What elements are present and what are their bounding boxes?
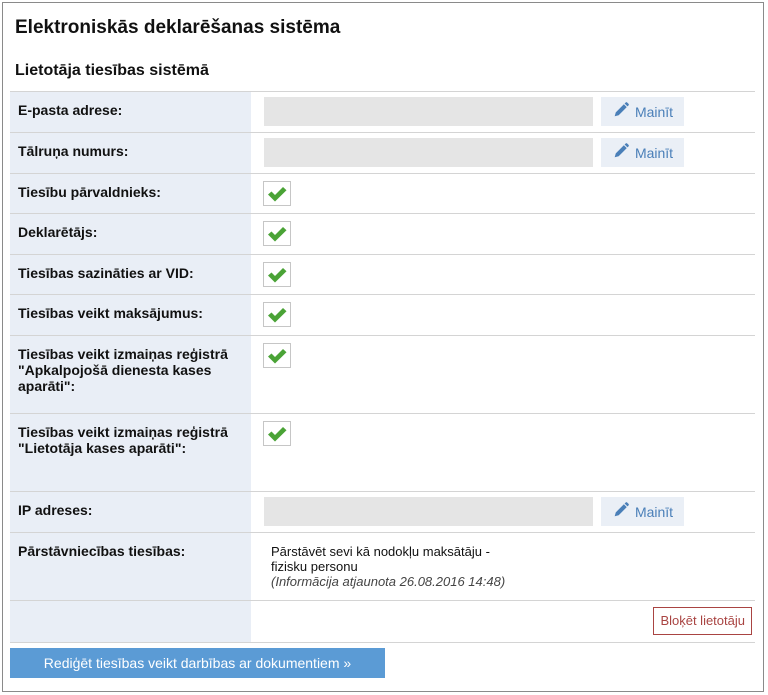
row-permission-manager: Tiesību pārvaldnieks: — [10, 174, 755, 214]
checkmark-icon — [268, 226, 287, 241]
permission-label: Deklarētājs: — [10, 214, 251, 254]
edit-phone-label: Mainīt — [634, 144, 674, 161]
ip-label: IP adreses: — [10, 492, 251, 532]
permission-label: Tiesības veikt izmaiņas reģistrā "Apkalp… — [10, 336, 251, 413]
pencil-icon — [612, 142, 630, 163]
app-title: Elektroniskās deklarēšanas sistēma — [15, 17, 341, 38]
checkmark-icon — [268, 267, 287, 282]
permission-checkbox[interactable] — [263, 181, 291, 206]
email-label: E-pasta adrese: — [10, 92, 251, 132]
email-field[interactable] — [264, 97, 593, 126]
permission-checkbox[interactable] — [263, 421, 291, 446]
checkmark-icon — [268, 186, 287, 201]
representation-text: Pārstāvēt sevi kā nodokļu maksātāju - fi… — [271, 544, 591, 589]
edit-ip-button[interactable]: Mainīt — [601, 497, 684, 526]
row-representation: Pārstāvniecības tiesības: Pārstāvēt sevi… — [10, 533, 755, 601]
representation-line-2: fizisku personu — [271, 559, 358, 574]
empty-label-cell — [10, 601, 251, 642]
ip-field[interactable] — [264, 497, 593, 526]
checkmark-icon — [268, 307, 287, 322]
row-ip: IP adreses: Mainīt — [10, 492, 755, 533]
representation-line-1: Pārstāvēt sevi kā nodokļu maksātāju - — [271, 544, 490, 559]
row-phone: Tālruņa numurs: Mainīt — [10, 133, 755, 174]
permission-label: Tiesības veikt izmaiņas reģistrā "Lietot… — [10, 414, 251, 491]
edit-email-button[interactable]: Mainīt — [601, 97, 684, 126]
permission-checkbox[interactable] — [263, 221, 291, 246]
row-permission-user-cash-registers: Tiesības veikt izmaiņas reģistrā "Lietot… — [10, 414, 755, 492]
edit-phone-button[interactable]: Mainīt — [601, 138, 684, 167]
checkmark-icon — [268, 426, 287, 441]
row-permission-payments: Tiesības veikt maksājumus: — [10, 295, 755, 336]
permission-checkbox[interactable] — [263, 262, 291, 287]
row-actions: Bloķēt lietotāju — [10, 601, 755, 643]
representation-label: Pārstāvniecības tiesības: — [10, 533, 251, 600]
permissions-table: E-pasta adrese: Mainīt Tālruņa numurs: M… — [10, 91, 755, 643]
row-email: E-pasta adrese: Mainīt — [10, 91, 755, 133]
checkmark-icon — [268, 348, 287, 363]
permission-label: Tiesību pārvaldnieks: — [10, 174, 251, 213]
phone-label: Tālruņa numurs: — [10, 133, 251, 173]
pencil-icon — [612, 501, 630, 522]
edit-ip-label: Mainīt — [634, 503, 674, 520]
pencil-icon — [612, 101, 630, 122]
representation-updated-info: (Informācija atjaunota 26.08.2016 14:48) — [271, 574, 506, 589]
permission-checkbox[interactable] — [263, 343, 291, 368]
permission-label: Tiesības veikt maksājumus: — [10, 295, 251, 335]
permission-checkbox[interactable] — [263, 302, 291, 327]
edit-document-rights-button[interactable]: Rediģēt tiesības veikt darbības ar dokum… — [10, 648, 385, 678]
edit-email-label: Mainīt — [634, 103, 674, 120]
row-permission-contact-vid: Tiesības sazināties ar VID: — [10, 255, 755, 295]
row-permission-service-cash-registers: Tiesības veikt izmaiņas reģistrā "Apkalp… — [10, 336, 755, 414]
row-permission-declarant: Deklarētājs: — [10, 214, 755, 255]
block-user-button[interactable]: Bloķēt lietotāju — [653, 607, 752, 635]
phone-field[interactable] — [264, 138, 593, 167]
section-title: Lietotāja tiesības sistēmā — [15, 62, 209, 79]
permission-label: Tiesības sazināties ar VID: — [10, 255, 251, 294]
